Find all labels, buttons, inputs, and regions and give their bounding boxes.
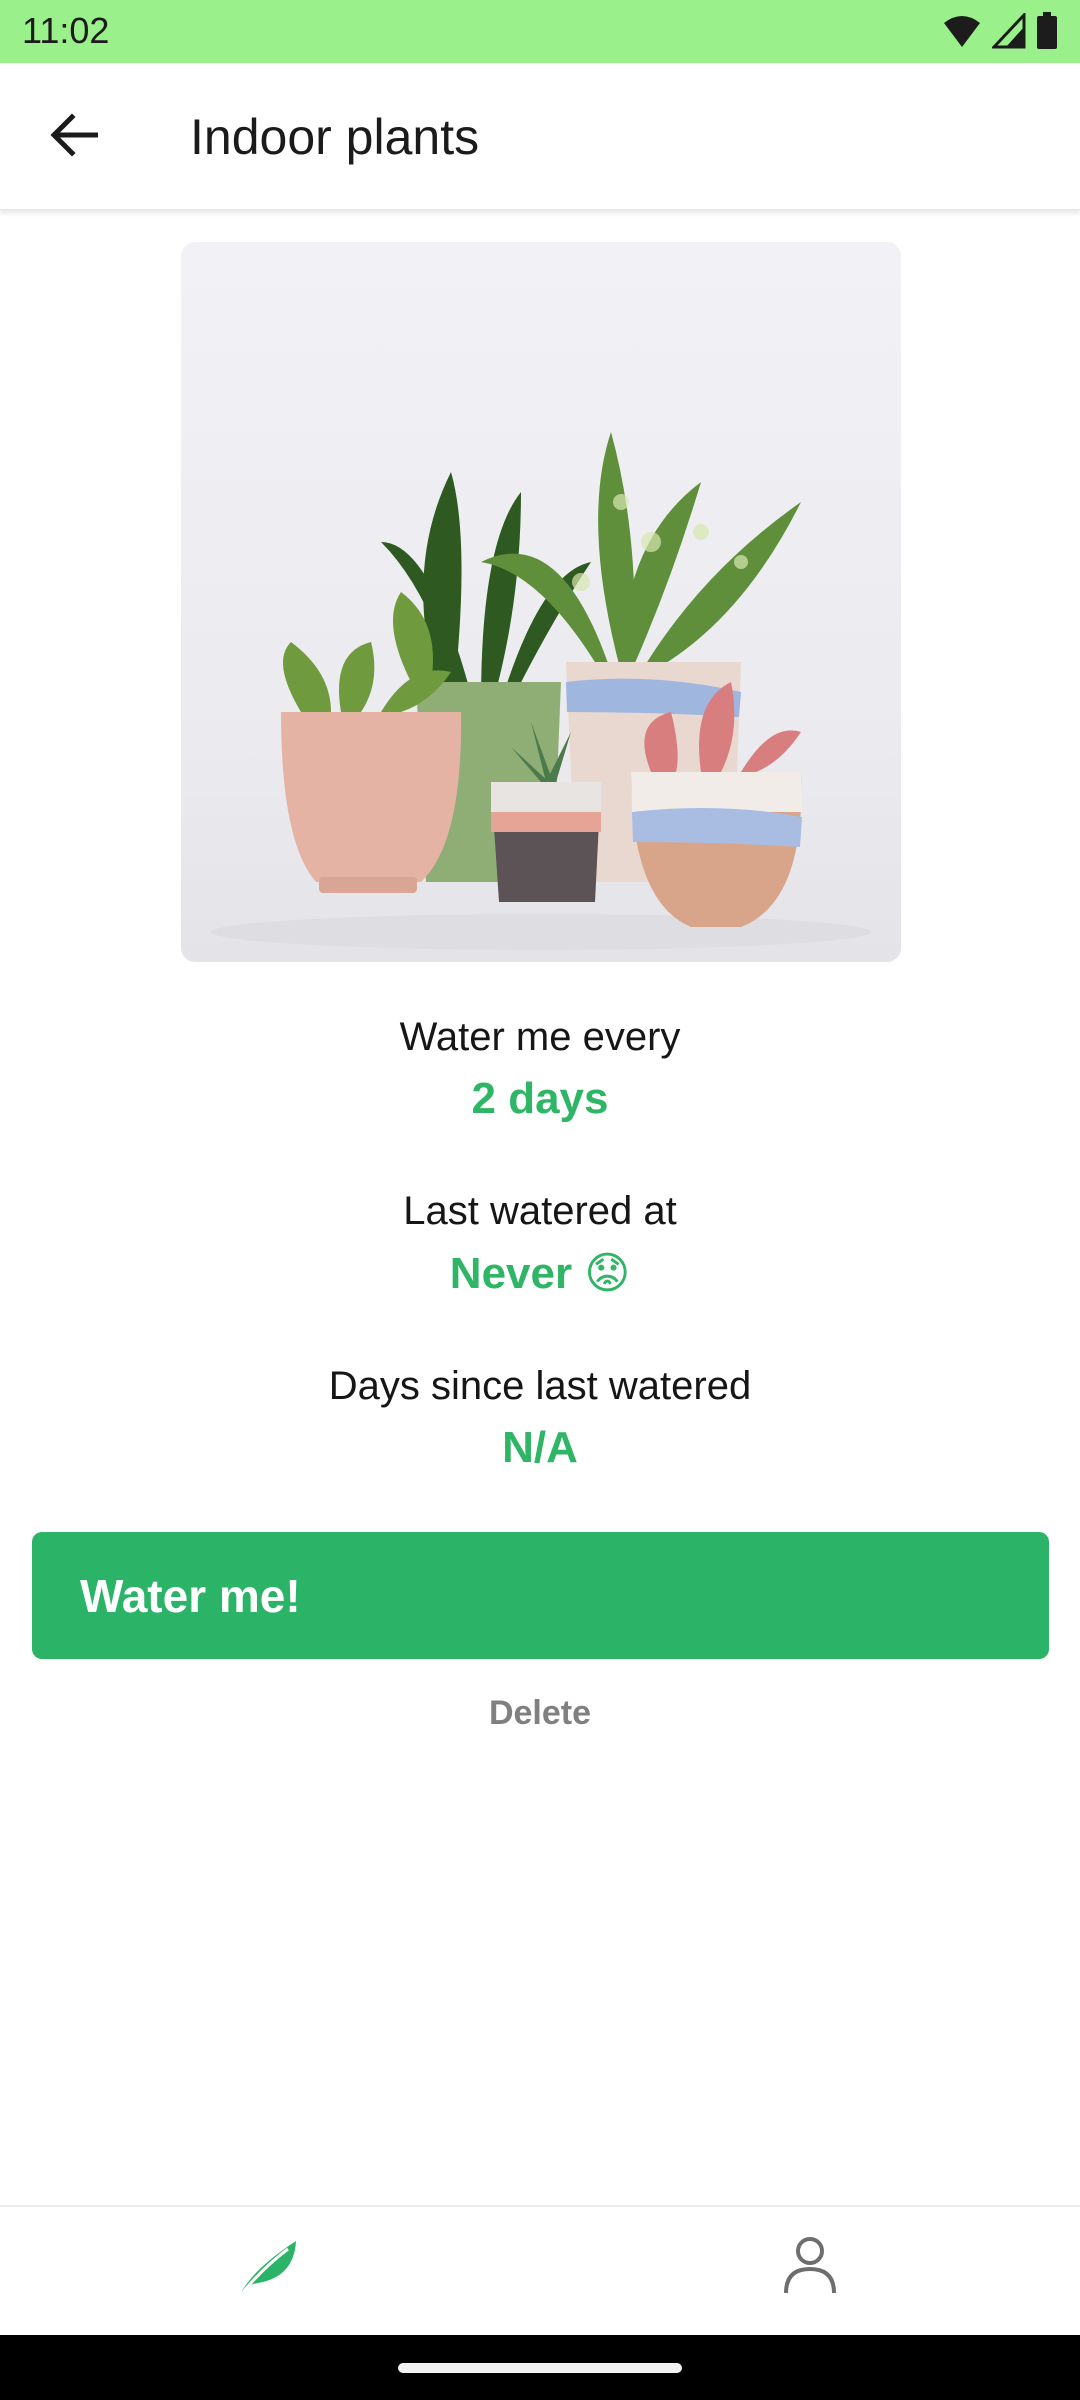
wifi-icon <box>942 13 982 54</box>
page-title: Indoor plants <box>190 109 480 165</box>
status-time: 11:02 <box>22 10 110 51</box>
system-gesture-bar <box>0 2335 1080 2400</box>
status-icons <box>942 11 1058 55</box>
user-icon <box>782 2235 838 2300</box>
back-button[interactable] <box>34 103 114 171</box>
plant-image <box>181 242 901 962</box>
water-me-label: Water me! <box>80 1569 301 1622</box>
cellular-signal-icon <box>990 11 1026 54</box>
days-since-label: Days since last watered <box>328 1364 752 1408</box>
app-bar: Indoor plants <box>0 63 1080 210</box>
water-me-button[interactable]: Water me! <box>32 1532 1049 1659</box>
nav-item-plants[interactable] <box>208 2227 328 2307</box>
last-watered-section: Last watered at Never 😟 <box>0 1189 1080 1299</box>
water-frequency-section: Water me every 2 days <box>0 1015 1080 1124</box>
status-bar: 11:02 <box>0 0 1080 63</box>
nav-item-profile[interactable] <box>750 2227 870 2307</box>
leaf-icon <box>236 2237 300 2298</box>
last-watered-value: Never 😟 <box>449 1249 631 1298</box>
water-frequency-label: Water me every <box>399 1015 681 1059</box>
bottom-navigation <box>0 2205 1080 2335</box>
delete-button[interactable]: Delete <box>440 1694 640 1744</box>
days-since-section: Days since last watered N/A <box>0 1364 1080 1473</box>
last-watered-label: Last watered at <box>403 1189 677 1233</box>
days-since-value: N/A <box>502 1423 578 1472</box>
arrow-left-icon <box>50 112 99 162</box>
battery-icon <box>1036 12 1058 55</box>
home-gesture-handle[interactable] <box>398 2363 682 2373</box>
water-frequency-value: 2 days <box>471 1074 609 1123</box>
